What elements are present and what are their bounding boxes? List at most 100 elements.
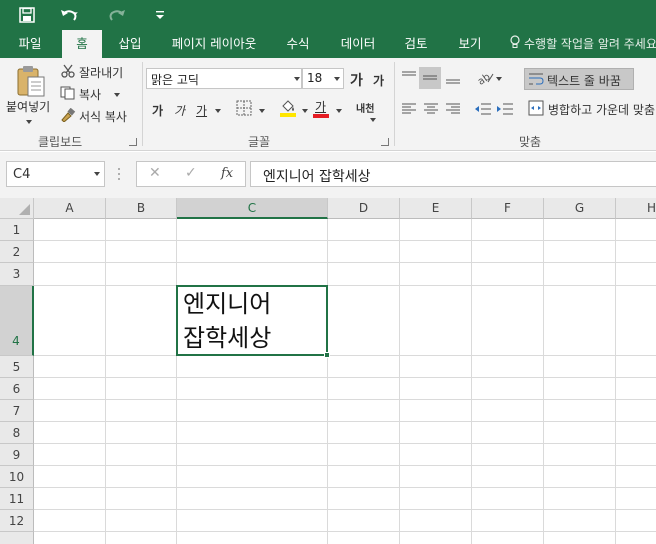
chevron-down-icon xyxy=(294,77,300,81)
gridline xyxy=(34,262,656,263)
row-header-10[interactable]: 10 xyxy=(0,466,34,488)
orientation-dropdown-icon[interactable] xyxy=(496,77,502,81)
formula-input[interactable]: 엔지니어 잡학세상 xyxy=(250,161,656,187)
gridline xyxy=(327,219,328,544)
row-header-4[interactable]: 4 xyxy=(0,286,34,356)
gridline xyxy=(34,377,656,378)
align-top-icon[interactable] xyxy=(401,69,417,88)
column-header-f[interactable]: F xyxy=(472,198,544,219)
align-center-icon[interactable] xyxy=(423,102,439,119)
clipboard-launcher-icon[interactable] xyxy=(129,138,137,146)
tab-home[interactable]: 홈 xyxy=(62,30,102,58)
underline-dropdown-icon[interactable] xyxy=(215,109,221,113)
ribbon-tabs: 파일 홈 삽입 페이지 레이아웃 수식 데이터 검토 보기 수행할 작업을 알려… xyxy=(0,30,656,58)
increase-indent-icon[interactable] xyxy=(496,102,514,119)
column-header-g[interactable]: G xyxy=(544,198,616,219)
worksheet-grid[interactable]: A B C D E F G H 1 2 3 4 5 6 7 8 9 10 11 … xyxy=(0,198,656,544)
wrap-text-label: 텍스트 줄 바꿈 xyxy=(547,74,621,88)
row-header-13[interactable] xyxy=(0,532,34,544)
fill-color-dropdown-icon[interactable] xyxy=(302,109,308,113)
tell-me-text: 수행할 작업을 알려 주세요 xyxy=(524,37,656,51)
cut-icon xyxy=(61,64,75,81)
font-size-value: 18 xyxy=(307,71,323,85)
enter-icon[interactable]: ✓ xyxy=(185,165,197,181)
bold-button[interactable]: 가 xyxy=(152,102,163,119)
font-name-dropdown[interactable]: 맑은 고딕 xyxy=(146,68,302,89)
save-icon[interactable] xyxy=(16,4,38,26)
orientation-icon[interactable]: ab xyxy=(476,68,496,89)
tab-insert[interactable]: 삽입 xyxy=(108,30,152,58)
phonetic-guide-button[interactable]: 내천 xyxy=(356,100,374,115)
merge-center-icon[interactable] xyxy=(528,100,544,119)
gridline xyxy=(34,465,656,466)
decrease-indent-icon[interactable] xyxy=(474,102,492,119)
tab-data[interactable]: 데이터 xyxy=(330,30,386,58)
row-header-6[interactable]: 6 xyxy=(0,378,34,400)
gridline xyxy=(615,219,616,544)
row-header-2[interactable]: 2 xyxy=(0,241,34,263)
row-header-5[interactable]: 5 xyxy=(0,356,34,378)
column-header-h[interactable]: H xyxy=(616,198,656,219)
column-header-b[interactable]: B xyxy=(106,198,177,219)
row-header-1[interactable]: 1 xyxy=(0,219,34,241)
column-header-e[interactable]: E xyxy=(400,198,472,219)
column-header-c[interactable]: C xyxy=(177,198,328,219)
select-all-button[interactable] xyxy=(0,198,34,219)
formula-value: 엔지니어 잡학세상 xyxy=(263,169,371,185)
row-header-3[interactable]: 3 xyxy=(0,263,34,286)
active-cell-c4[interactable]: 엔지니어 잡학세상 xyxy=(176,285,328,356)
chevron-down-icon xyxy=(334,77,340,81)
column-header-a[interactable]: A xyxy=(34,198,106,219)
phonetic-dropdown-icon[interactable] xyxy=(370,118,376,122)
align-middle-icon[interactable] xyxy=(419,67,441,89)
borders-dropdown-icon[interactable] xyxy=(259,109,265,113)
tab-view[interactable]: 보기 xyxy=(448,30,492,58)
wrap-text-button[interactable]: 텍스트 줄 바꿈 xyxy=(524,68,634,90)
cancel-icon[interactable]: ✕ xyxy=(149,165,161,181)
row-header-11[interactable]: 11 xyxy=(0,488,34,510)
paste-button[interactable]: 붙여넣기 xyxy=(6,98,50,115)
gridline xyxy=(34,240,656,241)
font-launcher-icon[interactable] xyxy=(381,138,389,146)
column-header-d[interactable]: D xyxy=(328,198,400,219)
redo-icon[interactable] xyxy=(104,4,132,26)
font-color-button[interactable]: 가 xyxy=(315,98,326,115)
row-header-12[interactable]: 12 xyxy=(0,510,34,532)
borders-icon[interactable] xyxy=(236,100,252,119)
splitter-handle[interactable] xyxy=(118,166,120,182)
group-divider xyxy=(142,62,143,146)
tab-file[interactable]: 파일 xyxy=(8,30,52,58)
cut-button[interactable]: 잘라내기 xyxy=(79,64,123,81)
insert-function-icon[interactable]: fx xyxy=(221,166,233,181)
align-left-icon[interactable] xyxy=(401,102,417,119)
gridline xyxy=(34,399,656,400)
increase-font-button[interactable]: 가 xyxy=(350,70,363,90)
row-header-7[interactable]: 7 xyxy=(0,400,34,422)
tell-me-box[interactable]: 수행할 작업을 알려 주세요 xyxy=(510,30,656,58)
merge-center-button[interactable]: 병합하고 가운데 맞춤 xyxy=(548,101,655,118)
font-size-dropdown[interactable]: 18 xyxy=(302,68,344,89)
align-right-icon[interactable] xyxy=(445,102,461,119)
name-box-value: C4 xyxy=(13,167,31,182)
font-color-dropdown-icon[interactable] xyxy=(336,109,342,113)
paste-icon[interactable] xyxy=(14,64,48,101)
align-bottom-icon[interactable] xyxy=(445,69,461,88)
fill-color-icon[interactable] xyxy=(279,98,297,121)
tab-formulas[interactable]: 수식 xyxy=(278,30,318,58)
font-name-value: 맑은 고딕 xyxy=(151,73,199,87)
undo-icon[interactable] xyxy=(58,4,86,26)
tab-page-layout[interactable]: 페이지 레이아웃 xyxy=(162,30,266,58)
format-painter-button[interactable]: 서식 복사 xyxy=(79,108,127,125)
underline-button[interactable]: 가 xyxy=(196,102,207,119)
paste-dropdown-icon[interactable] xyxy=(26,120,32,124)
decrease-font-button[interactable]: 가 xyxy=(373,72,384,89)
name-box[interactable]: C4 xyxy=(6,161,105,187)
copy-button[interactable]: 복사 xyxy=(79,86,101,103)
copy-dropdown-icon[interactable] xyxy=(114,93,120,97)
italic-button[interactable]: 가 xyxy=(174,102,185,119)
row-header-9[interactable]: 9 xyxy=(0,444,34,466)
tab-review[interactable]: 검토 xyxy=(396,30,436,58)
row-header-8[interactable]: 8 xyxy=(0,422,34,444)
fill-handle[interactable] xyxy=(324,352,330,358)
customize-qat-icon[interactable] xyxy=(152,4,168,26)
